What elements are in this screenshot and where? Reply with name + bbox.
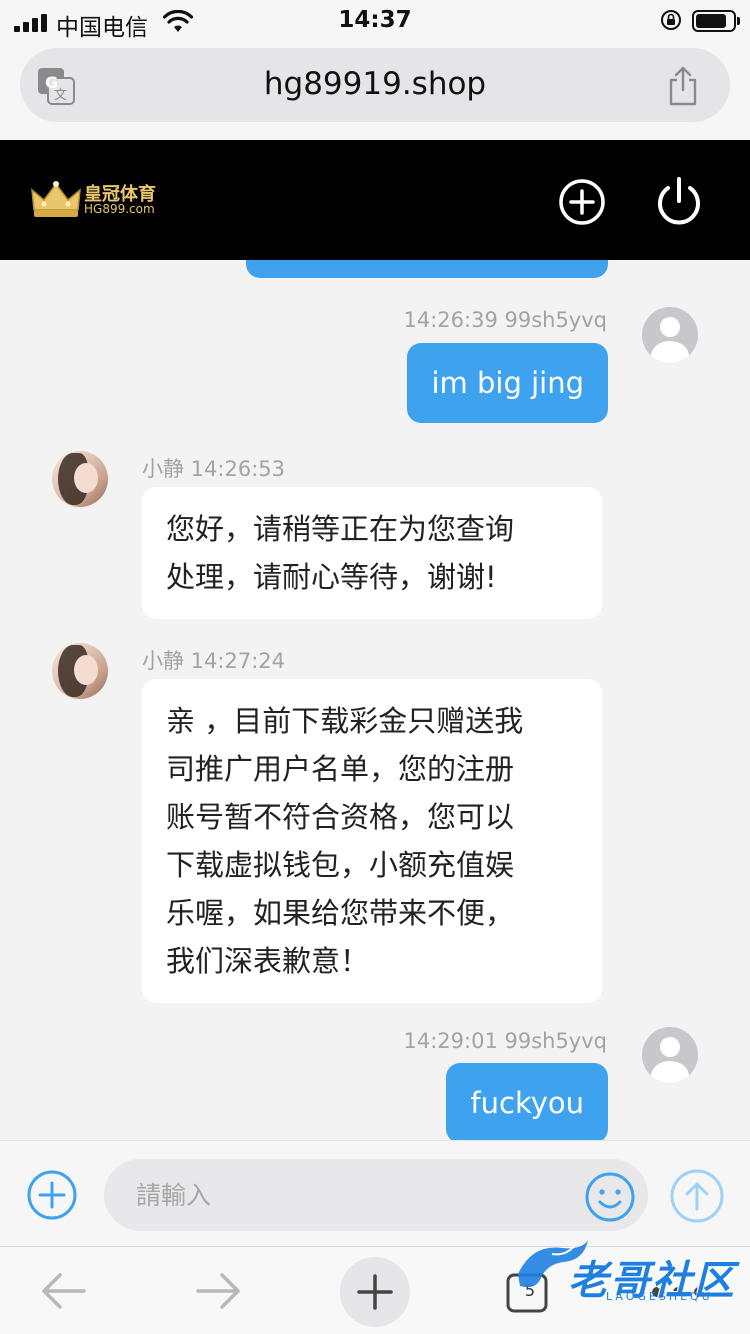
message-bubble-outgoing [246, 260, 608, 278]
emoji-icon[interactable] [584, 1171, 636, 1223]
power-icon[interactable] [653, 175, 705, 227]
crown-icon [31, 181, 81, 217]
message-input[interactable] [104, 1159, 648, 1231]
message-meta: 14:29:01 99sh5yvq [403, 1029, 607, 1053]
status-bar: 中国电信 14:37 [0, 0, 750, 44]
message-line: 您好，请稍等正在为您查询 [166, 512, 515, 546]
browser-toolbar: 5 [0, 1246, 750, 1334]
new-tab-button[interactable] [340, 1257, 410, 1327]
tab-count: 5 [524, 1281, 536, 1300]
page: 中国电信 14:37 G 文 hg89919.shop 皇冠体育 HG899.c… [0, 0, 750, 1334]
browser-address-area: G 文 hg89919.shop [0, 44, 750, 140]
battery-icon [692, 10, 740, 32]
message-line: 亲 ，目前下载彩金只赠送我 [166, 704, 524, 738]
message-meta: 14:26:39 99sh5yvq [403, 308, 607, 332]
user-avatar[interactable] [642, 307, 698, 363]
more-dots-icon[interactable] [650, 1285, 706, 1299]
add-circle-icon[interactable] [558, 178, 606, 226]
chat-message-list[interactable]: 14:26:39 99sh5yvq im big jing 小静 14:26:5… [0, 260, 750, 1140]
message-bubble-outgoing[interactable]: fuckyou [446, 1063, 608, 1140]
message-line: 账号暂不符合资格，您可以 [166, 800, 515, 834]
message-line: 司推广用户名单，您的注册 [166, 752, 515, 786]
message-bubble-outgoing[interactable]: im big jing [407, 343, 608, 423]
user-avatar[interactable] [642, 1027, 698, 1083]
back-arrow-icon[interactable] [40, 1271, 86, 1311]
message-line: 处理，请耐心等待，谢谢! [166, 560, 497, 594]
attach-plus-icon[interactable] [26, 1169, 78, 1221]
tabs-button[interactable]: 5 [506, 1269, 552, 1313]
agent-avatar[interactable] [52, 451, 108, 507]
message-input-bar [0, 1140, 750, 1246]
send-icon[interactable] [670, 1169, 724, 1223]
orientation-lock-icon [661, 10, 681, 30]
message-meta: 小静 14:26:53 [142, 457, 285, 481]
share-icon[interactable] [666, 66, 700, 106]
message-line: 乐喔，如果给您带来不便， [166, 896, 515, 930]
forward-arrow-icon[interactable] [196, 1271, 242, 1311]
message-line: 我们深表歉意！ [166, 944, 370, 978]
message-bubble-incoming[interactable]: 亲 ，目前下载彩金只赠送我 司推广用户名单，您的注册 账号暂不符合资格，您可以 … [142, 679, 602, 1003]
message-meta: 小静 14:27:24 [142, 649, 285, 673]
status-time: 14:37 [338, 7, 412, 33]
address-bar[interactable]: G 文 hg89919.shop [20, 48, 730, 122]
message-bubble-incoming[interactable]: 您好，请稍等正在为您查询 处理，请耐心等待，谢谢! [142, 487, 602, 619]
app-header: 皇冠体育 HG899.com [0, 140, 750, 260]
url-text: hg89919.shop [263, 66, 487, 102]
message-line: 下载虚拟钱包，小额充值娱 [166, 848, 515, 882]
logo-subtitle: HG899.com [84, 202, 155, 216]
agent-avatar[interactable] [52, 643, 108, 699]
brand-logo[interactable]: 皇冠体育 HG899.com [30, 178, 165, 224]
plus-icon [357, 1274, 393, 1310]
